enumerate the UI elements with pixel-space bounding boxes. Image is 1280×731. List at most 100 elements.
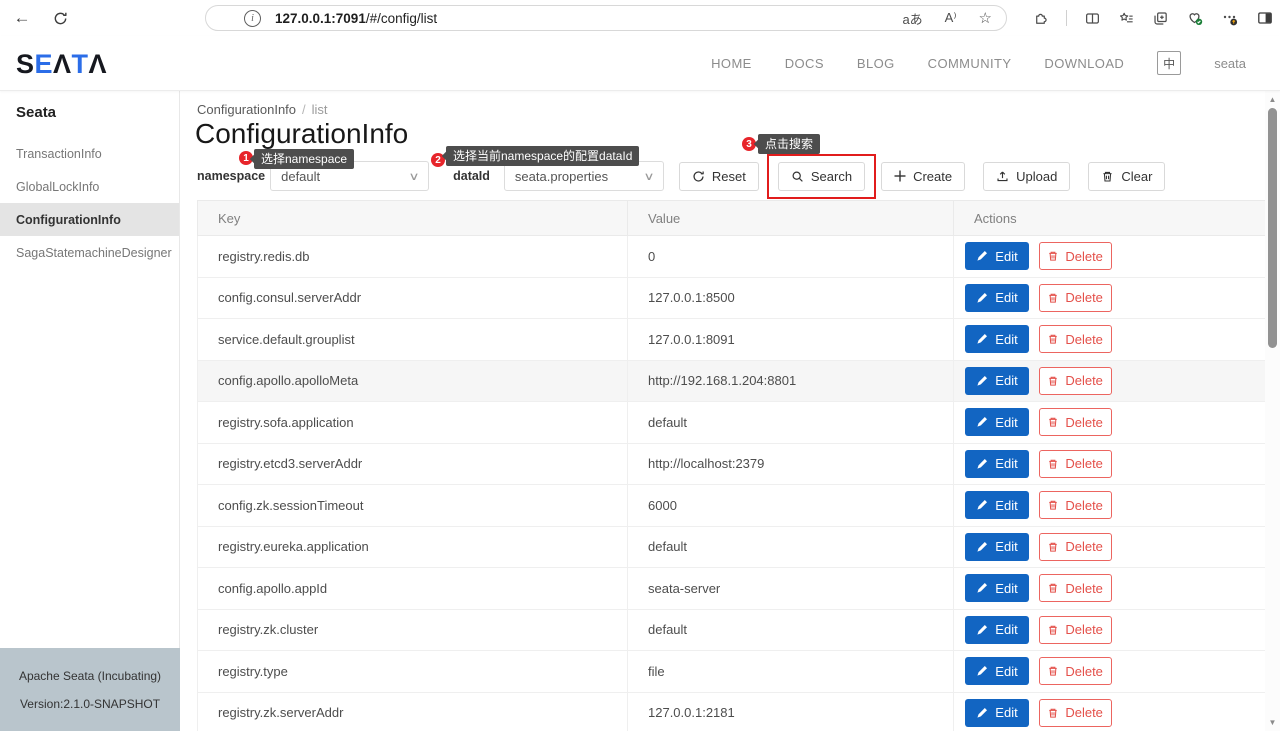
delete-button[interactable]: Delete	[1039, 325, 1112, 353]
key-cell: registry.zk.cluster	[198, 609, 628, 651]
actions-cell: Edit Delete	[954, 651, 1266, 693]
sidebar-panel-icon[interactable]	[1256, 9, 1274, 27]
search-button[interactable]: Search	[778, 162, 865, 191]
value-cell: file	[628, 651, 954, 693]
edit-button[interactable]: Edit	[965, 574, 1029, 602]
read-aloud-icon[interactable]: A⁾	[945, 10, 957, 26]
actions-cell: Edit Delete	[954, 360, 1266, 402]
nav-item-download[interactable]: DOWNLOAD	[1044, 56, 1124, 71]
value-cell: seata-server	[628, 568, 954, 610]
nav-item-blog[interactable]: BLOG	[857, 56, 895, 71]
favorites-bar-icon[interactable]	[1118, 10, 1135, 27]
edit-button[interactable]: Edit	[965, 367, 1029, 395]
delete-button[interactable]: Delete	[1039, 450, 1112, 478]
edit-button[interactable]: Edit	[965, 533, 1029, 561]
table-row: registry.type file Edit Delete	[198, 651, 1266, 693]
edit-button[interactable]: Edit	[965, 242, 1029, 270]
browser-essentials-icon[interactable]	[1186, 9, 1204, 27]
actions-cell: Edit Delete	[954, 236, 1266, 278]
delete-button[interactable]: Delete	[1039, 491, 1112, 519]
key-cell: registry.zk.serverAddr	[198, 692, 628, 731]
table-row: registry.redis.db 0 Edit Delete	[198, 236, 1266, 278]
sidebar-item-configurationinfo[interactable]: ConfigurationInfo	[0, 203, 179, 236]
dataid-label: dataId	[453, 169, 490, 183]
edit-button[interactable]: Edit	[965, 616, 1029, 644]
edit-button[interactable]: Edit	[965, 325, 1029, 353]
breadcrumb-leaf: list	[312, 102, 328, 117]
split-screen-icon[interactable]	[1084, 10, 1101, 27]
user-menu[interactable]: seata	[1214, 56, 1246, 71]
chevron-down-icon: ∨	[643, 170, 654, 183]
extensions-icon[interactable]	[1032, 10, 1049, 27]
logo-letter: Λ	[53, 49, 72, 79]
edit-button[interactable]: Edit	[965, 699, 1029, 727]
actions-cell: Edit Delete	[954, 319, 1266, 361]
edit-button[interactable]: Edit	[965, 284, 1029, 312]
create-button[interactable]: Create	[881, 162, 965, 191]
actions-cell: Edit Delete	[954, 568, 1266, 610]
refresh-icon[interactable]	[46, 0, 74, 36]
settings-more-icon[interactable]	[1221, 9, 1239, 27]
edit-button[interactable]: Edit	[965, 408, 1029, 436]
sidebar-item-globallockinfo[interactable]: GlobalLockInfo	[0, 170, 179, 203]
upload-button[interactable]: Upload	[983, 162, 1070, 191]
url-text[interactable]: 127.0.0.1:7091/#/config/list	[275, 11, 437, 26]
favorite-star-icon[interactable]: ☆	[979, 9, 992, 27]
value-cell: http://localhost:2379	[628, 443, 954, 485]
actions-cell: Edit Delete	[954, 692, 1266, 731]
sidebar-item-transactioninfo[interactable]: TransactionInfo	[0, 137, 179, 170]
value-cell: default	[628, 402, 954, 444]
seata-logo[interactable]: SEΛTΛ	[16, 49, 107, 80]
actions-cell: Edit Delete	[954, 609, 1266, 651]
scroll-up-icon[interactable]: ▲	[1265, 92, 1280, 106]
sidebar-item-sagastatemachinedesigner[interactable]: SagaStatemachineDesigner	[0, 236, 179, 269]
delete-button[interactable]: Delete	[1039, 657, 1112, 685]
logo-letter: T	[72, 49, 89, 79]
site-info-icon[interactable]: i	[244, 10, 261, 27]
namespace-label: namespace	[197, 169, 265, 183]
value-cell: http://192.168.1.204:8801	[628, 360, 954, 402]
delete-button[interactable]: Delete	[1039, 367, 1112, 395]
scroll-down-icon[interactable]: ▼	[1265, 715, 1280, 729]
table-row: config.apollo.apolloMeta http://192.168.…	[198, 360, 1266, 402]
language-toggle-button[interactable]: 中	[1157, 51, 1181, 75]
table-header-row: Key Value Actions	[198, 201, 1266, 236]
browser-toolbar: ← i 127.0.0.1:7091/#/config/list aあ A⁾ ☆	[0, 0, 1280, 37]
delete-button[interactable]: Delete	[1039, 699, 1112, 727]
nav-item-community[interactable]: COMMUNITY	[928, 56, 1012, 71]
delete-button[interactable]: Delete	[1039, 284, 1112, 312]
edit-button[interactable]: Edit	[965, 450, 1029, 478]
delete-button[interactable]: Delete	[1039, 616, 1112, 644]
column-header-actions: Actions	[954, 201, 1266, 236]
column-header-value: Value	[628, 201, 954, 236]
delete-button[interactable]: Delete	[1039, 574, 1112, 602]
delete-button[interactable]: Delete	[1039, 242, 1112, 270]
nav-item-docs[interactable]: DOCS	[785, 56, 824, 71]
page-title: ConfigurationInfo	[195, 118, 408, 150]
page-scrollbar[interactable]: ▲ ▼	[1265, 90, 1280, 731]
actions-cell: Edit Delete	[954, 402, 1266, 444]
annotation-tooltip-3: 点击搜索	[758, 134, 820, 154]
edit-button[interactable]: Edit	[965, 491, 1029, 519]
clear-button[interactable]: Clear	[1088, 162, 1165, 191]
delete-button[interactable]: Delete	[1039, 533, 1112, 561]
collections-icon[interactable]	[1152, 10, 1169, 27]
scrollbar-thumb[interactable]	[1268, 108, 1277, 348]
delete-button[interactable]: Delete	[1039, 408, 1112, 436]
table-row: registry.etcd3.serverAddr http://localho…	[198, 443, 1266, 485]
edit-button[interactable]: Edit	[965, 657, 1029, 685]
annotation-tooltip-1: 选择namespace	[254, 149, 354, 169]
translate-icon[interactable]: aあ	[902, 9, 922, 28]
actions-cell: Edit Delete	[954, 485, 1266, 527]
key-cell: config.apollo.apolloMeta	[198, 360, 628, 402]
value-cell: default	[628, 609, 954, 651]
address-bar[interactable]: i 127.0.0.1:7091/#/config/list aあ A⁾ ☆	[205, 5, 1007, 31]
table-row: registry.eureka.application default Edit…	[198, 526, 1266, 568]
reset-button[interactable]: Reset	[679, 162, 759, 191]
breadcrumb-root[interactable]: ConfigurationInfo	[197, 102, 296, 117]
table-row: service.default.grouplist 127.0.0.1:8091…	[198, 319, 1266, 361]
back-icon[interactable]: ←	[8, 0, 36, 36]
sidebar: Seata TransactionInfoGlobalLockInfoConfi…	[0, 90, 180, 731]
nav-item-home[interactable]: HOME	[711, 56, 752, 71]
toolbar-divider	[1066, 10, 1067, 26]
